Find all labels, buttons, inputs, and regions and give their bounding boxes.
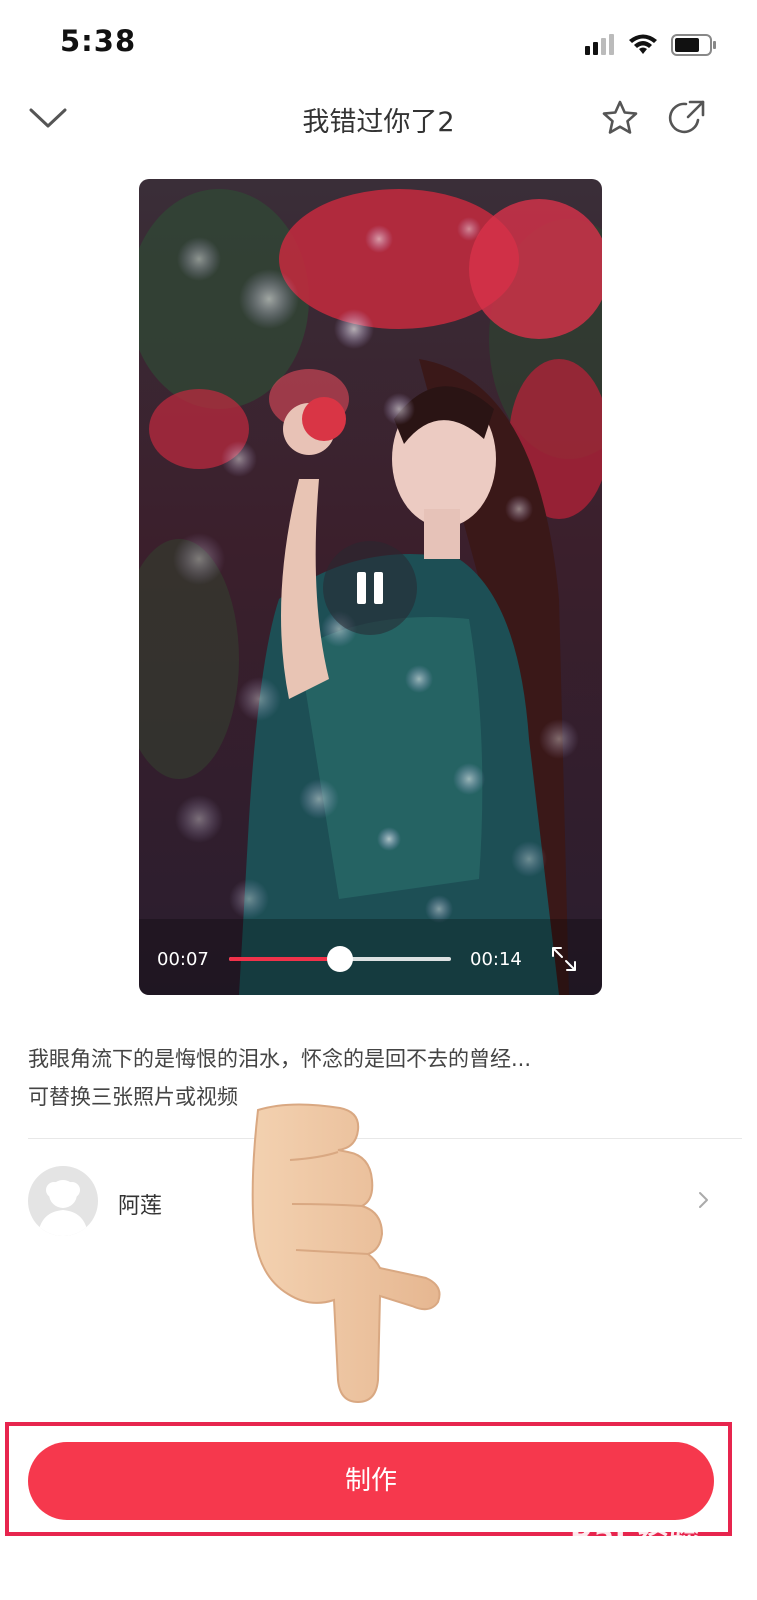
status-icons <box>585 30 717 60</box>
fullscreen-icon[interactable] <box>549 944 579 974</box>
status-time: 5:38 <box>60 24 137 58</box>
share-icon[interactable] <box>668 98 708 138</box>
watermark-url: jingyan.baidu.com <box>572 1550 702 1566</box>
signal-icon <box>585 34 614 55</box>
watermark: Bai 经验 jingyan.baidu.com <box>560 1510 740 1570</box>
make-button[interactable]: 制作 <box>28 1442 714 1520</box>
pause-button[interactable] <box>323 541 417 635</box>
pointing-hand-icon <box>251 1103 441 1404</box>
video-total-time: 00:14 <box>470 949 522 970</box>
battery-icon <box>671 34 716 56</box>
pause-icon <box>357 572 366 604</box>
video-current-time: 00:07 <box>157 949 209 970</box>
video-progress-slider[interactable] <box>229 946 451 972</box>
default-avatar-icon <box>38 1180 88 1236</box>
nav-bar: 我错过你了2 <box>0 90 757 150</box>
page-title: 我错过你了2 <box>302 107 455 138</box>
chevron-right-icon[interactable] <box>696 1188 712 1212</box>
video-progress-fill <box>229 957 340 961</box>
description-line: 我眼角流下的是悔恨的泪水，怀念的是回不去的曾经... <box>28 1047 532 1071</box>
video-progress-knob[interactable] <box>327 946 353 972</box>
wifi-icon <box>629 34 657 54</box>
author-name[interactable]: 阿莲 <box>118 1188 162 1220</box>
avatar[interactable] <box>28 1166 98 1236</box>
video-player[interactable]: 00:07 00:14 <box>139 179 602 995</box>
star-icon[interactable] <box>600 98 640 138</box>
status-bar: 5:38 <box>0 0 757 90</box>
